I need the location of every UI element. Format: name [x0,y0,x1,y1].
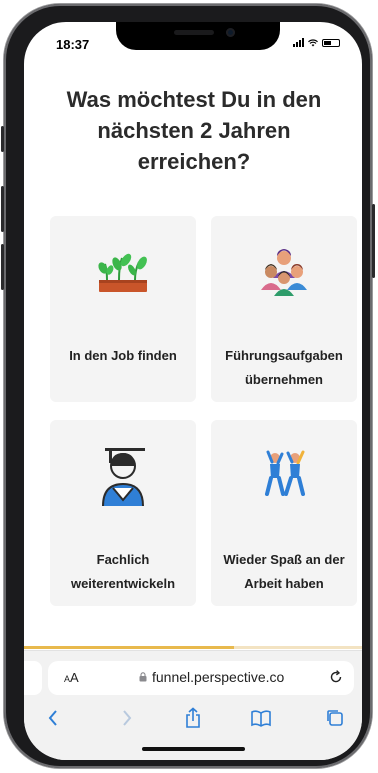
reload-icon[interactable] [328,669,344,685]
happy-people-icon [211,450,357,496]
back-button[interactable] [38,703,68,733]
share-button[interactable] [178,703,208,733]
signal-icon [293,38,304,47]
book-icon [251,710,271,727]
option-label: Fachlich weiterentwickeln [70,552,176,591]
volume-down-button [1,244,4,290]
chevron-left-icon [48,710,57,726]
option-card-leadership[interactable]: Führungsaufgaben übernehmen [211,216,357,402]
status-icons [293,38,340,47]
option-card-job[interactable]: In den Job finden [50,216,196,402]
option-label: Wieder Spaß an der Arbeit haben [223,552,345,591]
earpiece-speaker [174,30,214,35]
text-size-button[interactable]: AA [64,670,79,685]
chevron-right-icon [123,710,132,726]
url-text: funnel.perspective.co [152,669,285,685]
tabs-button[interactable] [320,703,350,733]
phone-screen: 18:37 Was möchtest Du in den nächsten 2 … [24,22,362,760]
power-button [372,204,375,278]
battery-icon [322,38,340,47]
option-card-fun[interactable]: Wieder Spaß an der Arbeit haben [211,420,357,606]
volume-up-button [1,186,4,232]
option-label: In den Job finden [69,348,177,363]
browser-nav-row [24,703,362,733]
notch [116,22,280,50]
question-heading: Was möchtest Du in den nächsten 2 Jahren… [66,87,322,174]
wifi-icon [308,38,318,46]
option-card-develop[interactable]: Fachlich weiterentwickeln [50,420,196,606]
previous-tab-stub[interactable] [24,661,42,695]
tabs-icon [327,710,343,726]
bookmarks-button[interactable] [246,703,276,733]
front-camera [226,28,235,37]
phone-frame: 18:37 Was möchtest Du in den nächsten 2 … [1,4,375,768]
team-people-icon [211,246,357,300]
status-time: 18:37 [56,37,90,52]
sprouting-plant-icon [50,250,196,296]
progress-bar [24,646,362,649]
browser-toolbar: AA funnel.perspective.co [24,650,362,760]
home-indicator [142,747,245,751]
progress-bar-fill [24,646,234,649]
silent-switch [1,126,4,152]
option-label: Führungsaufgaben übernehmen [225,348,343,387]
share-icon [186,707,200,728]
graduate-icon [50,444,196,508]
forward-button[interactable] [112,703,142,733]
lock-icon [139,672,147,682]
address-bar[interactable]: AA funnel.perspective.co [48,661,354,695]
